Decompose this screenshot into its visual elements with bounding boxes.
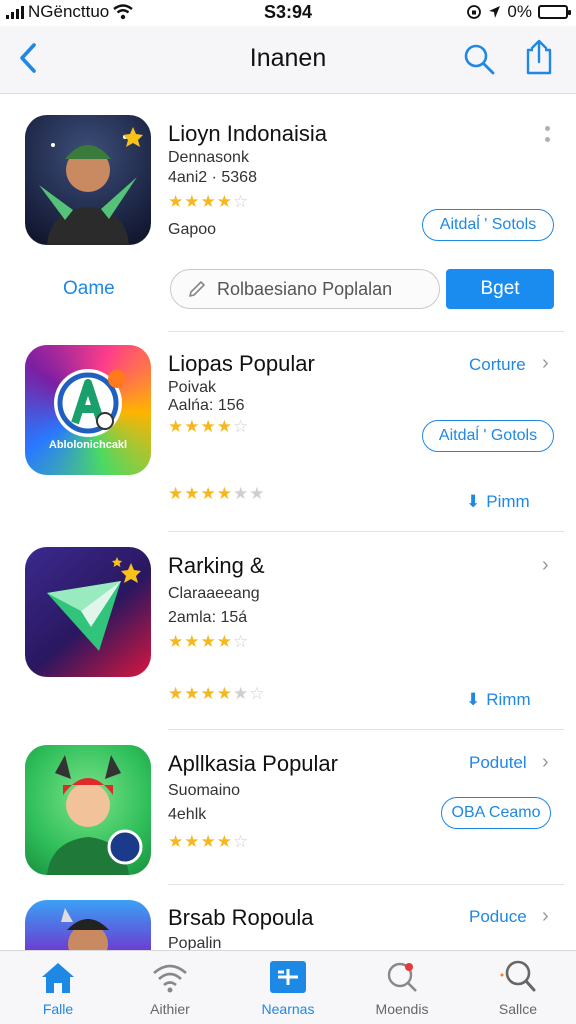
get-button[interactable]: Bget <box>446 269 554 309</box>
tab-search[interactable]: Sallce <box>468 959 568 1017</box>
app-name: Lioyn Indonaisia <box>168 121 328 146</box>
battery-icon <box>538 5 571 19</box>
search-icon[interactable] <box>462 42 496 76</box>
app-link[interactable]: Corture <box>469 355 526 375</box>
app-developer: Suomaino <box>168 782 241 799</box>
download-link[interactable]: ⬇︎ Pimm <box>466 492 530 512</box>
download-arrow-icon: ⬇︎ <box>466 690 481 709</box>
search-icon <box>500 960 536 992</box>
chevron-right-icon[interactable]: › <box>542 554 549 577</box>
install-pill-button[interactable]: OBA Ceamo <box>441 797 551 829</box>
app-icon-lioyn[interactable] <box>25 115 151 245</box>
pencil-icon <box>189 281 205 297</box>
person-illustration-icon <box>39 127 143 245</box>
download-link[interactable]: ⬇︎ Rimm <box>466 690 531 710</box>
rating-stars: ★★★★☆ <box>168 417 250 436</box>
tab-label: Moendis <box>375 1001 429 1017</box>
tab-label: Aithier <box>150 1001 190 1017</box>
app-name: Rarking & <box>168 553 265 578</box>
app-developer: Dennasonk <box>168 149 249 166</box>
app-icon-apllkasia[interactable] <box>25 745 151 875</box>
app-developer: Poivak <box>168 379 217 396</box>
tab-apps[interactable]: Nearnas <box>238 959 338 1017</box>
share-icon[interactable] <box>522 38 556 76</box>
app-icon-caption: Ablolonichcakl <box>48 439 128 451</box>
character-illustration-icon <box>47 755 143 875</box>
download-label: Rimm <box>486 690 531 709</box>
app-link[interactable]: Podutel <box>469 753 527 773</box>
app-meta: 2amla: 15á <box>168 609 248 626</box>
app-name: Apllkasia Popular <box>168 751 338 776</box>
search-field[interactable]: Rolbaesiano Poplalan <box>170 269 440 309</box>
app-name: Brsab Ropoula <box>168 905 314 930</box>
apps-icon <box>270 961 306 993</box>
divider <box>168 331 564 332</box>
app-meta: 4ani2 · 5368 <box>168 169 257 186</box>
game-link[interactable]: Oame <box>63 278 115 300</box>
tab-bar: Falle Aithier Nearnas Moendis Sallce <box>0 950 576 1024</box>
lock-rotation-icon <box>467 5 482 19</box>
app-meta: Aalńa: 156 <box>168 397 245 414</box>
app-link[interactable]: Poduce <box>469 907 527 927</box>
app-extra: Gapoo <box>168 221 217 238</box>
tab-home[interactable]: Falle <box>8 959 108 1017</box>
tab-label: Falle <box>42 1001 74 1017</box>
tab-wifi[interactable]: Aithier <box>120 959 220 1017</box>
download-arrow-icon: ⬇︎ <box>466 492 481 511</box>
app-icon-liopas[interactable]: Ablolonichcakl <box>25 345 151 475</box>
divider <box>168 884 564 885</box>
chevron-right-icon[interactable]: › <box>542 905 549 928</box>
navigation-bar: Inanen <box>0 26 576 94</box>
chevron-right-icon[interactable]: › <box>542 352 549 375</box>
download-label: Pimm <box>486 492 530 511</box>
status-right: 0% <box>466 2 571 22</box>
tab-label: Sallce <box>498 1001 538 1017</box>
install-pill-button[interactable]: Aitdaĺ ' Gotols <box>422 420 554 452</box>
app-developer: Claraaeeang <box>168 585 260 602</box>
home-icon <box>42 963 74 993</box>
tab-label: Nearnas <box>261 1001 315 1017</box>
wifi-icon <box>153 964 187 993</box>
letter-a-logo-icon <box>54 369 126 437</box>
divider <box>168 531 564 532</box>
map-pin-icon <box>387 962 417 992</box>
battery-percent: 0% <box>507 2 532 21</box>
rating-stars-secondary: ★★★★★★ <box>168 484 266 503</box>
install-pill-button[interactable]: Aitdaĺ ' Sotols <box>422 209 554 241</box>
rating-stars: ★★★★☆ <box>168 832 250 851</box>
person-illustration-icon <box>61 908 109 950</box>
tab-places[interactable]: Moendis <box>352 959 452 1017</box>
app-icon-rarking[interactable] <box>25 547 151 677</box>
more-options-icon[interactable] <box>545 126 553 148</box>
paper-plane-logo-icon <box>47 557 141 651</box>
app-name: Liopas Popular <box>168 351 315 376</box>
rating-stars: ★★★★☆ <box>168 632 250 651</box>
rating-stars: ★★★★☆ <box>168 192 250 211</box>
status-bar: NGëncttuo S3:94 0% <box>0 0 576 26</box>
chevron-right-icon[interactable]: › <box>542 751 549 774</box>
location-icon <box>489 6 501 18</box>
rating-stars-secondary: ★★★★★☆ <box>168 684 266 703</box>
app-icon-brsab[interactable] <box>25 900 151 950</box>
search-field-text: Rolbaesiano Poplalan <box>217 278 393 299</box>
app-meta: 4ehlk <box>168 806 207 823</box>
divider <box>168 729 564 730</box>
